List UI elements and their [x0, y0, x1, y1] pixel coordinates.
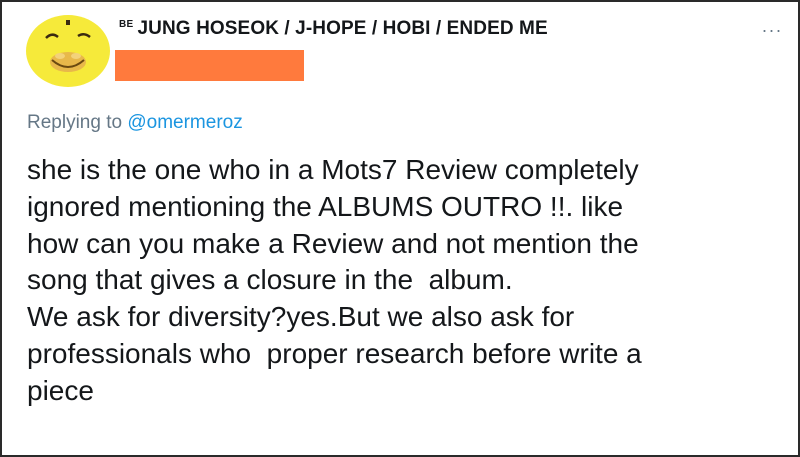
replying-label: Replying to — [27, 112, 123, 133]
avatar[interactable] — [24, 14, 112, 88]
reply-mention-link[interactable]: @omermeroz — [127, 112, 242, 133]
tweet-line: We ask for diversity?yes.But we also ask… — [27, 301, 575, 333]
redacted-handle — [115, 50, 304, 81]
tweet-text: she is the one who in a Mots7 Review com… — [27, 152, 777, 410]
replying-to: Replying to @omermeroz — [27, 112, 243, 134]
more-dots-icon[interactable]: ··· — [754, 20, 790, 40]
tweet-line: piece — [27, 374, 94, 406]
tweet-line: professionals who proper research before… — [27, 337, 642, 369]
tweet-card: BE JUNG HOSEOK / J-HOPE / HOBI / ENDED M… — [0, 0, 800, 457]
tweet-line: how can you make a Review and not mentio… — [27, 227, 639, 259]
emoji-face-avatar-icon — [26, 15, 110, 87]
tweet-line: ignored mentioning the ALBUMS OUTRO !!. … — [27, 190, 624, 222]
tweet-line: song that gives a closure in the album. — [27, 264, 513, 296]
name-prefix: BE — [119, 19, 134, 30]
author-name-row[interactable]: BE JUNG HOSEOK / J-HOPE / HOBI / ENDED M… — [119, 18, 548, 40]
display-name[interactable]: JUNG HOSEOK / J-HOPE / HOBI / ENDED ME — [138, 18, 548, 40]
tweet-line: she is the one who in a Mots7 Review com… — [27, 154, 639, 185]
